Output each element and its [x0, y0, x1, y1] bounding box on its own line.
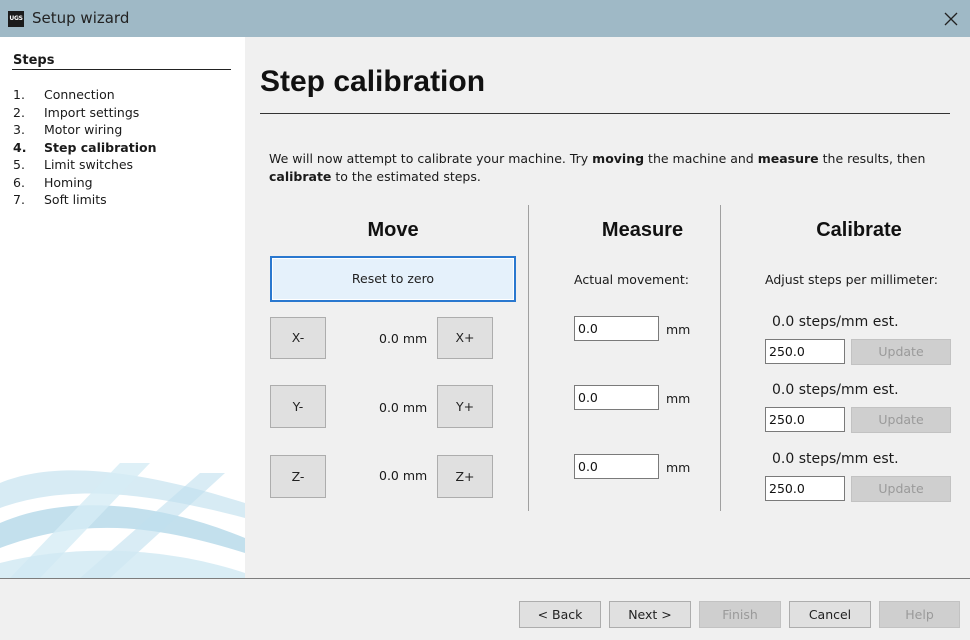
x-update-button[interactable]: Update	[851, 339, 951, 365]
step-number: 7.	[13, 192, 25, 207]
intro-text: We will now attempt to calibrate your ma…	[269, 150, 949, 186]
x-steps-estimate: 0.0 steps/mm est.	[772, 314, 899, 330]
y-position: 0.0 mm	[379, 400, 428, 415]
y-steps-input[interactable]	[765, 407, 845, 432]
steps-divider	[12, 69, 231, 70]
actual-movement-label: Actual movement:	[574, 272, 689, 287]
x-position: 0.0 mm	[379, 331, 428, 346]
step-number: 2.	[13, 104, 25, 120]
column-divider	[720, 205, 721, 511]
column-divider	[528, 205, 529, 511]
decorative-swoosh-art	[0, 463, 245, 578]
x-measure-unit: mm	[666, 322, 691, 337]
step-connection: 1. Connection	[13, 86, 156, 104]
z-measure-input[interactable]	[574, 454, 659, 479]
step-label: Homing	[44, 174, 93, 190]
main-panel: Step calibration We will now attempt to …	[245, 37, 970, 578]
y-measure-input[interactable]	[574, 385, 659, 410]
close-icon[interactable]	[940, 8, 962, 30]
step-step-calibration: 4. Step calibration	[13, 139, 156, 157]
wizard-footer: < Back Next > Finish Cancel Help	[0, 579, 970, 640]
window-title: Setup wizard	[32, 9, 130, 27]
x-plus-button[interactable]: X+	[437, 317, 493, 359]
move-heading: Move	[367, 219, 419, 241]
steps-sidebar: Steps 1. Connection 2. Import settings 3. M…	[0, 37, 245, 578]
intro-part: We will now attempt to calibrate your ma…	[269, 151, 593, 166]
z-steps-estimate: 0.0 steps/mm est.	[772, 451, 899, 467]
intro-emphasis: calibrate	[269, 169, 332, 184]
z-measure-unit: mm	[666, 460, 691, 475]
title-bar: UGS Setup wizard	[0, 0, 970, 37]
step-label: Motor wiring	[44, 122, 123, 137]
y-plus-button[interactable]: Y+	[437, 385, 493, 428]
intro-emphasis: measure	[757, 151, 819, 166]
step-label: Limit switches	[44, 157, 134, 172]
steps-list: 1. Connection 2. Import settings 3. Motor w…	[13, 86, 156, 209]
step-number: 6.	[13, 174, 25, 190]
step-label: Soft limits	[44, 192, 107, 207]
finish-button[interactable]: Finish	[699, 601, 781, 628]
next-button[interactable]: Next >	[609, 601, 691, 628]
z-position: 0.0 mm	[379, 468, 428, 483]
adjust-steps-label: Adjust steps per millimeter:	[765, 272, 938, 287]
x-measure-input[interactable]	[574, 316, 659, 341]
step-number: 3.	[13, 122, 25, 137]
step-label: Import settings	[44, 104, 140, 120]
step-motor-wiring: 3. Motor wiring	[13, 121, 156, 139]
y-update-button[interactable]: Update	[851, 407, 951, 433]
step-soft-limits: 7. Soft limits	[13, 191, 156, 209]
help-button[interactable]: Help	[879, 601, 960, 628]
z-plus-button[interactable]: Z+	[437, 455, 493, 498]
cancel-button[interactable]: Cancel	[789, 601, 871, 628]
step-limit-switches: 5. Limit switches	[13, 156, 156, 174]
step-number: 5.	[13, 157, 25, 172]
step-label: Step calibration	[44, 139, 157, 155]
y-measure-unit: mm	[666, 391, 691, 406]
intro-part: to the estimated steps.	[331, 169, 481, 184]
y-minus-button[interactable]: Y-	[270, 385, 326, 428]
step-homing: 6. Homing	[13, 174, 156, 192]
steps-heading: Steps	[13, 53, 55, 68]
z-steps-input[interactable]	[765, 476, 845, 501]
x-minus-button[interactable]: X-	[270, 317, 326, 359]
title-divider	[260, 113, 950, 114]
step-number: 1.	[13, 87, 25, 102]
z-minus-button[interactable]: Z-	[270, 455, 326, 498]
measure-heading: Measure	[601, 219, 684, 241]
step-import-settings: 2. Import settings	[13, 104, 156, 122]
step-label: Connection	[44, 87, 115, 102]
intro-part: the results, then	[818, 151, 926, 166]
reset-to-zero-button[interactable]: Reset to zero	[270, 256, 516, 302]
intro-emphasis: moving	[592, 151, 645, 166]
back-button[interactable]: < Back	[519, 601, 601, 628]
intro-part: the machine and	[644, 151, 758, 166]
calibrate-heading: Calibrate	[816, 219, 902, 241]
app-icon: UGS	[8, 11, 24, 27]
y-steps-estimate: 0.0 steps/mm est.	[772, 382, 899, 398]
step-number: 4.	[13, 139, 27, 155]
x-steps-input[interactable]	[765, 339, 845, 364]
page-title: Step calibration	[260, 65, 486, 98]
z-update-button[interactable]: Update	[851, 476, 951, 502]
